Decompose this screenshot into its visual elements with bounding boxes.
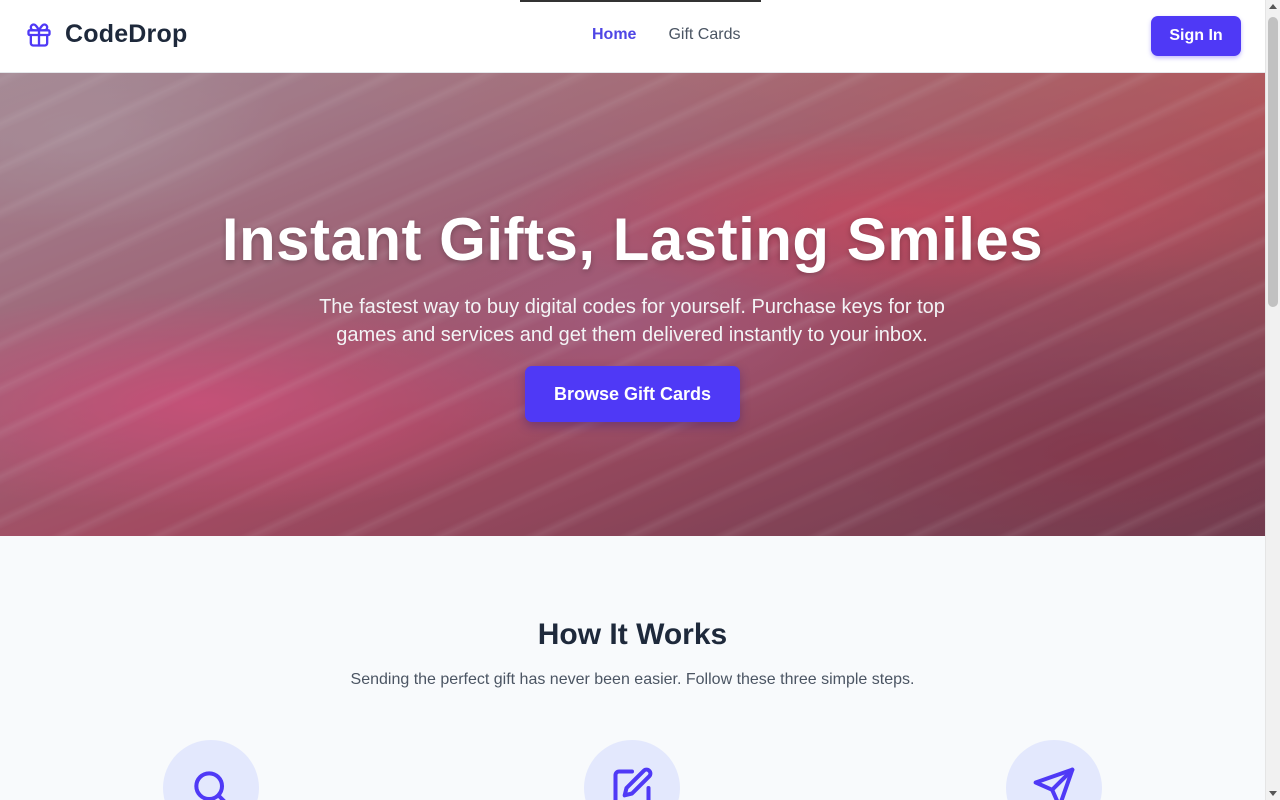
how-it-works-section: How It Works Sending the perfect gift ha…: [0, 536, 1265, 800]
section-title: How It Works: [537, 618, 728, 651]
search-icon: [189, 766, 233, 800]
scroll-thumb[interactable]: [1268, 17, 1278, 307]
sign-in-button[interactable]: Sign In: [1151, 16, 1241, 56]
edit-icon: [610, 766, 654, 800]
scroll-up-arrow-icon[interactable]: [1269, 4, 1277, 9]
nav-link-gift-cards[interactable]: Gift Cards: [668, 26, 740, 44]
nav-link-home[interactable]: Home: [592, 26, 636, 44]
hero-title: Instant Gifts, Lasting Smiles: [221, 206, 1044, 273]
hero-subtitle: The fastest way to buy digital codes for…: [319, 296, 945, 346]
scroll-down-arrow-icon[interactable]: [1269, 791, 1277, 796]
step-2-icon-circle: [584, 740, 680, 800]
page-scrollbar[interactable]: [1265, 0, 1280, 800]
browse-gift-cards-button[interactable]: Browse Gift Cards: [525, 366, 740, 422]
main-nav: Home Gift Cards: [592, 26, 740, 44]
step-1-icon-circle: [163, 740, 259, 800]
site-header: CodeDrop Home Gift Cards Sign In: [0, 0, 1265, 73]
hero-content: Instant Gifts, Lasting Smiles The fastes…: [0, 73, 1265, 536]
hero-section: Instant Gifts, Lasting Smiles The fastes…: [0, 73, 1265, 536]
logo[interactable]: CodeDrop: [25, 20, 187, 49]
gift-icon: [25, 21, 53, 49]
step-3-icon-circle: [1006, 740, 1102, 800]
logo-text: CodeDrop: [65, 20, 188, 48]
section-subtitle: Sending the perfect gift has never been …: [350, 671, 915, 688]
send-icon: [1032, 766, 1076, 800]
window-top-edge: [520, 0, 761, 2]
